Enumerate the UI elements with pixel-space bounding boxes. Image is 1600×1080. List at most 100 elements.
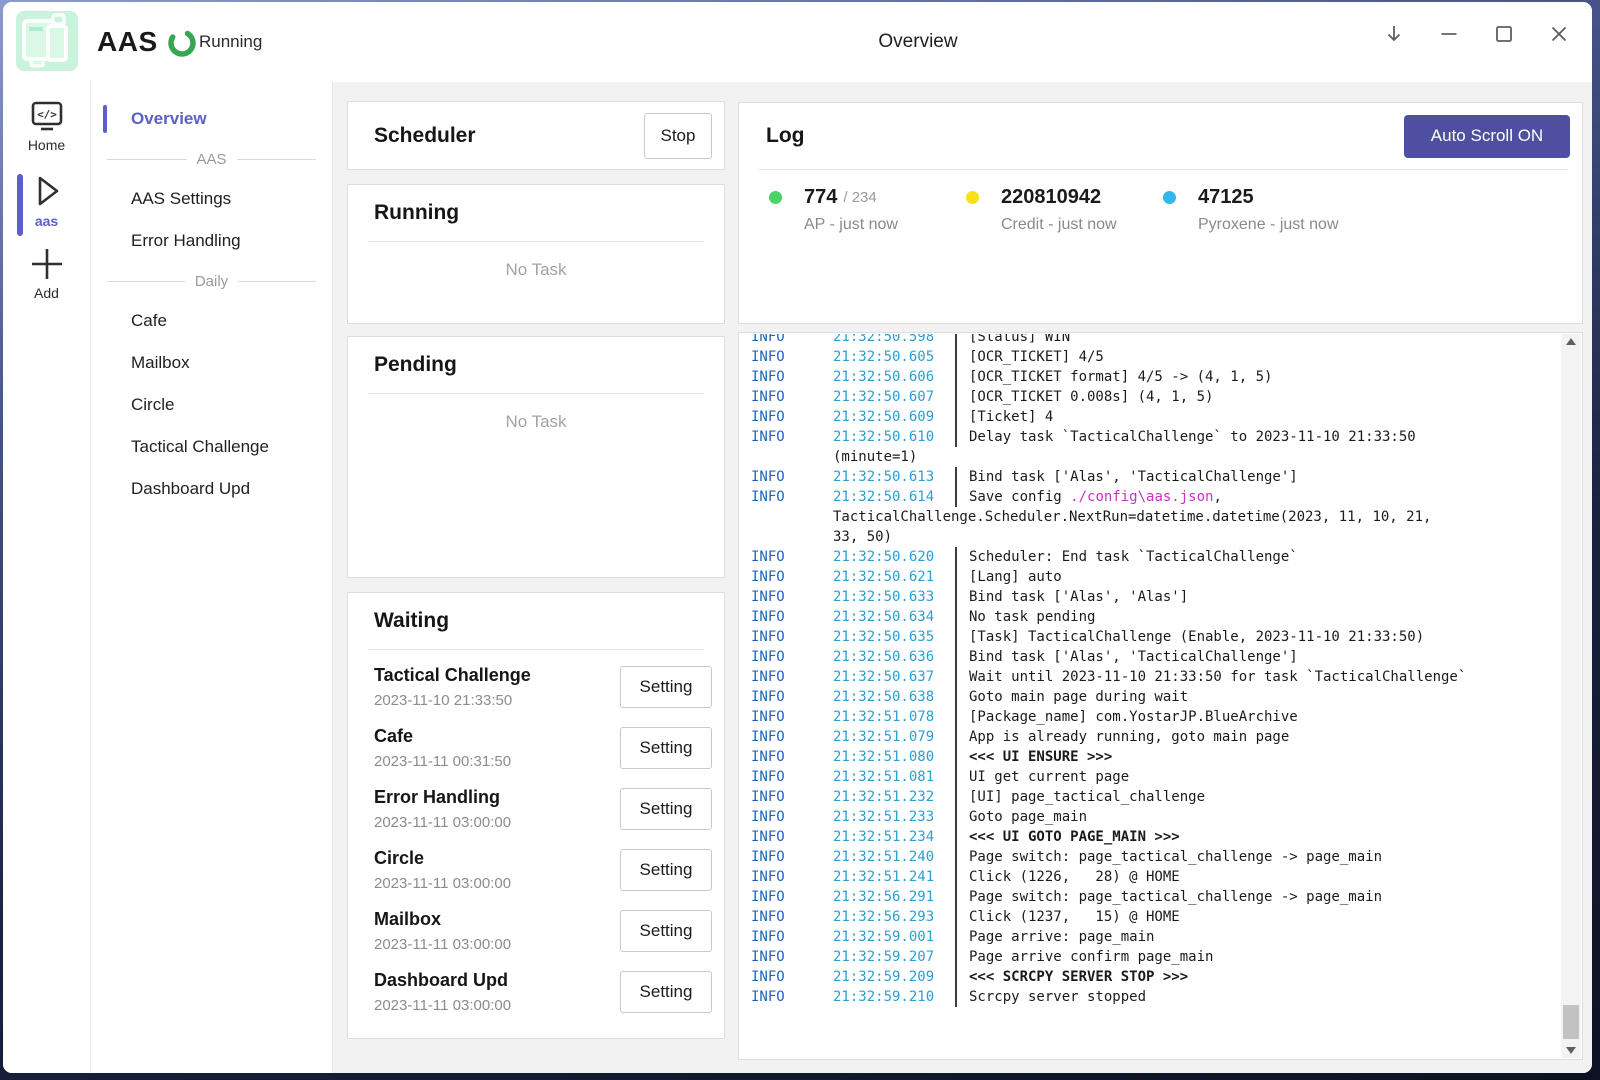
download-icon[interactable] — [1366, 12, 1421, 56]
log-line: INFO21:32:51.234<<< UI GOTO PAGE_MAIN >>… — [751, 827, 1560, 847]
task-name: Tactical Challenge — [374, 665, 620, 686]
nav-item[interactable]: Cafe — [91, 300, 332, 342]
log-line: INFO21:32:56.293Click (1237, 15) @ HOME — [751, 907, 1560, 927]
log-line: INFO21:32:50.609[Ticket] 4 — [751, 407, 1560, 427]
log-line: INFO21:32:59.001Page arrive: page_main — [751, 927, 1560, 947]
running-empty-text: No Task — [348, 260, 724, 280]
pending-title: Pending — [374, 353, 457, 377]
resource-stat: 47125 Pyroxene - just now — [1163, 186, 1360, 234]
nav-item[interactable]: Mailbox — [91, 342, 332, 384]
log-line: INFO21:32:50.620Scheduler: End task `Tac… — [751, 547, 1560, 567]
log-line: INFO21:32:50.636Bind task ['Alas', 'Tact… — [751, 647, 1560, 667]
resource-stat: 774 / 234 AP - just now — [769, 186, 966, 234]
nav-item-label: Overview — [131, 109, 207, 129]
scheduler-card: Scheduler Stop — [347, 101, 725, 170]
nav-item[interactable]: Error Handling — [91, 220, 332, 262]
nav-item[interactable]: Tactical Challenge — [91, 426, 332, 468]
active-nav-indicator — [103, 105, 107, 133]
stat-label: Pyroxene - just now — [1198, 216, 1360, 234]
nav-section-divider: AAS — [91, 140, 332, 178]
task-next-run-time: 2023-11-10 21:33:50 — [374, 692, 620, 709]
stop-button[interactable]: Stop — [644, 113, 712, 159]
stat-value: 47125 — [1198, 186, 1254, 209]
rail-item-aas[interactable]: aas — [3, 172, 90, 229]
running-spinner-icon — [167, 28, 197, 58]
nav-item-label: Circle — [131, 395, 174, 415]
scroll-down-icon[interactable] — [1566, 1047, 1576, 1054]
log-line: INFO21:32:51.078[Package_name] com.Yosta… — [751, 707, 1560, 727]
nav-item[interactable]: AAS Settings — [91, 178, 332, 220]
app-logo-icon — [15, 10, 79, 72]
main-content: Scheduler Stop Running No Task Pending N… — [333, 82, 1592, 1073]
task-setting-button[interactable]: Setting — [620, 849, 712, 891]
log-line: INFO21:32:50.598[Status] WIN — [751, 334, 1560, 347]
scheduler-status-text: Running — [199, 32, 262, 52]
waiting-task-row: Mailbox 2023-11-11 03:00:00 Setting — [374, 900, 712, 961]
running-card: Running No Task — [347, 184, 725, 324]
divider — [368, 393, 704, 394]
task-setting-button[interactable]: Setting — [620, 727, 712, 769]
stat-dot-icon — [1163, 191, 1176, 204]
rail-item-add[interactable]: Add — [3, 246, 90, 301]
log-line: INFO21:32:50.634No task pending — [751, 607, 1560, 627]
waiting-task-row: Error Handling 2023-11-11 03:00:00 Setti… — [374, 778, 712, 839]
rail-item-home[interactable]: </> Home — [3, 100, 90, 153]
stat-dot-icon — [769, 191, 782, 204]
log-line-continuation: (minute=1) — [751, 447, 1560, 467]
task-setting-button[interactable]: Setting — [620, 971, 712, 1013]
log-line: INFO21:32:50.606[OCR_TICKET format] 4/5 … — [751, 367, 1560, 387]
log-line: INFO21:32:51.080<<< UI ENSURE >>> — [751, 747, 1560, 767]
log-line: INFO21:32:51.233Goto page_main — [751, 807, 1560, 827]
task-next-run-time: 2023-11-11 03:00:00 — [374, 997, 620, 1014]
task-setting-button[interactable]: Setting — [620, 910, 712, 952]
log-line: INFO21:32:50.605[OCR_TICKET] 4/5 — [751, 347, 1560, 367]
task-name: Dashboard Upd — [374, 970, 620, 991]
log-line: INFO21:32:51.081UI get current page — [751, 767, 1560, 787]
log-line: INFO21:32:50.607[OCR_TICKET 0.008s] (4, … — [751, 387, 1560, 407]
window-controls — [1366, 12, 1586, 56]
app-window: AAS Running Overview — [3, 2, 1592, 1073]
nav-item-label: Cafe — [131, 311, 167, 331]
log-line-continuation: TacticalChallenge.Scheduler.NextRun=date… — [751, 507, 1560, 527]
waiting-card: Waiting Tactical Challenge 2023-11-10 21… — [347, 592, 725, 1039]
nav-item-overview[interactable]: Overview — [91, 98, 332, 140]
nav-item-label: AAS Settings — [131, 189, 231, 209]
log-line: INFO21:32:50.614Save config ./config\aas… — [751, 487, 1560, 507]
task-setting-button[interactable]: Setting — [620, 788, 712, 830]
close-icon[interactable] — [1531, 12, 1586, 56]
rail-label: Home — [3, 137, 90, 153]
log-line: INFO21:32:50.610Delay task `TacticalChal… — [751, 427, 1560, 447]
log-viewport[interactable]: INFO21:32:50.598[Status] WININFO21:32:50… — [751, 334, 1560, 1058]
divider — [368, 241, 704, 242]
maximize-icon[interactable] — [1476, 12, 1531, 56]
log-header-card: Log Auto Scroll ON 774 / 234 AP - just n… — [738, 102, 1583, 324]
task-next-run-time: 2023-11-11 03:00:00 — [374, 814, 620, 831]
nav-item-label: Dashboard Upd — [131, 479, 250, 499]
task-next-run-time: 2023-11-11 03:00:00 — [374, 875, 620, 892]
log-output-card: INFO21:32:50.598[Status] WININFO21:32:50… — [738, 332, 1583, 1060]
nav-item[interactable]: Circle — [91, 384, 332, 426]
nav-item-label: Mailbox — [131, 353, 190, 373]
nav-item[interactable]: Dashboard Upd — [91, 468, 332, 510]
auto-scroll-button[interactable]: Auto Scroll ON — [1404, 115, 1570, 158]
stat-suffix: / 234 — [843, 189, 876, 206]
minimize-icon[interactable] — [1421, 12, 1476, 56]
rail-label: aas — [3, 213, 90, 229]
log-line: INFO21:32:59.207Page arrive confirm page… — [751, 947, 1560, 967]
pending-empty-text: No Task — [348, 412, 724, 432]
log-scrollbar[interactable] — [1561, 334, 1581, 1058]
task-setting-button[interactable]: Setting — [620, 666, 712, 708]
task-next-run-time: 2023-11-11 00:31:50 — [374, 753, 620, 770]
icon-rail: </> Home aas Add — [3, 82, 91, 1073]
plus-icon — [28, 246, 66, 282]
nav-panel: Overview AAS AAS Settings Error Handling… — [91, 82, 333, 1073]
scroll-up-icon[interactable] — [1566, 338, 1576, 345]
log-title: Log — [766, 124, 1404, 148]
nav-section-divider: Daily — [91, 262, 332, 300]
log-line: INFO21:32:59.209<<< SCRCPY SERVER STOP >… — [751, 967, 1560, 987]
scrollbar-thumb[interactable] — [1563, 1005, 1579, 1039]
task-name: Circle — [374, 848, 620, 869]
log-line: INFO21:32:50.635[Task] TacticalChallenge… — [751, 627, 1560, 647]
log-line: INFO21:32:59.210Scrcpy server stopped — [751, 987, 1560, 1007]
waiting-task-row: Tactical Challenge 2023-11-10 21:33:50 S… — [374, 656, 712, 717]
